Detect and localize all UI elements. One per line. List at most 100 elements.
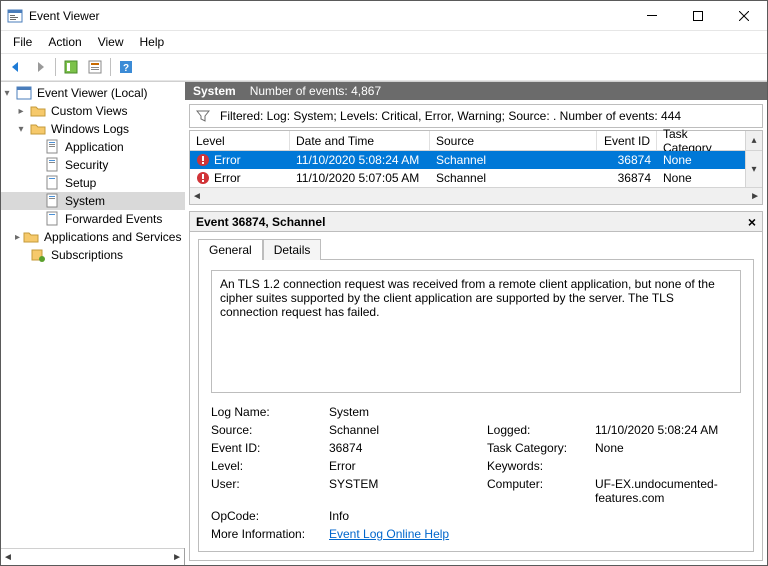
value-log-name: System [329, 405, 741, 419]
tree-subscriptions[interactable]: Subscriptions [1, 246, 185, 264]
tree-custom-views[interactable]: ▸ Custom Views [1, 102, 185, 120]
value-logged: 11/10/2020 5:08:24 AM [595, 423, 741, 437]
filter-icon [196, 109, 210, 123]
label-event-id: Event ID: [211, 441, 321, 455]
maximize-button[interactable] [675, 1, 721, 30]
subscriptions-icon [30, 247, 46, 263]
value-keywords [595, 459, 741, 473]
toolbar: ? [1, 53, 767, 81]
filter-text: Filtered: Log: System; Levels: Critical,… [220, 109, 681, 123]
log-icon [44, 139, 60, 155]
tab-details[interactable]: Details [263, 239, 322, 260]
menu-file[interactable]: File [5, 33, 40, 51]
tree-root[interactable]: ▾ Event Viewer (Local) [1, 84, 185, 102]
tree-apps-services-logs[interactable]: ▸ Applications and Services Lo [1, 228, 185, 246]
filter-bar: Filtered: Log: System; Levels: Critical,… [189, 104, 763, 128]
col-level[interactable]: Level [190, 131, 290, 150]
label-more-info: More Information: [211, 527, 321, 541]
label-computer: Computer: [487, 477, 587, 505]
navigation-tree[interactable]: ▾ Event Viewer (Local) ▸ Custom Views ▾ … [1, 82, 185, 548]
tree-windows-logs[interactable]: ▾ Windows Logs [1, 120, 185, 138]
detail-tabs: General Details [190, 232, 762, 259]
window-controls [629, 1, 767, 30]
value-user: SYSTEM [329, 477, 479, 505]
chevron-down-icon[interactable]: ▾ [1, 88, 13, 99]
minimize-button[interactable] [629, 1, 675, 30]
value-computer: UF-EX.undocumented-features.com [595, 477, 741, 505]
event-viewer-icon [16, 85, 32, 101]
scroll-up-icon[interactable]: ▴ [745, 131, 762, 150]
error-icon [196, 171, 210, 185]
tree-horizontal-scrollbar[interactable]: ◄ ► [1, 548, 184, 565]
tree-application[interactable]: Application [1, 138, 185, 156]
label-level: Level: [211, 459, 321, 473]
properties-button[interactable] [84, 56, 106, 78]
events-table: Level Date and Time Source Event ID Task… [189, 130, 763, 205]
toolbar-separator [110, 58, 111, 76]
show-hide-tree-button[interactable] [60, 56, 82, 78]
toolbar-separator [55, 58, 56, 76]
menu-view[interactable]: View [90, 33, 132, 51]
app-icon [7, 8, 23, 24]
table-row[interactable]: Error 11/10/2020 5:08:24 AM Schannel 368… [190, 151, 745, 169]
col-event-id[interactable]: Event ID [597, 131, 657, 150]
tab-general[interactable]: General [198, 239, 263, 260]
window-title: Event Viewer [29, 9, 629, 23]
back-button[interactable] [5, 56, 27, 78]
label-logged: Logged: [487, 423, 587, 437]
table-header: Level Date and Time Source Event ID Task… [190, 131, 762, 151]
error-icon [196, 153, 210, 167]
chevron-right-icon[interactable]: ▸ [15, 106, 27, 117]
titlebar: Event Viewer [1, 1, 767, 31]
log-icon [44, 193, 60, 209]
table-row[interactable]: Error 11/10/2020 5:07:05 AM Schannel 368… [190, 169, 745, 187]
value-event-id: 36874 [329, 441, 479, 455]
value-task-category: None [595, 441, 741, 455]
tree-setup[interactable]: Setup [1, 174, 185, 192]
event-detail-panel: Event 36874, Schannel × General Details … [189, 211, 763, 561]
menu-help[interactable]: Help [132, 33, 173, 51]
tree-system[interactable]: System [1, 192, 185, 210]
event-log-online-help-link[interactable]: Event Log Online Help [329, 527, 449, 541]
menubar: File Action View Help [1, 31, 767, 53]
label-source: Source: [211, 423, 321, 437]
detail-header: Event 36874, Schannel × [190, 212, 762, 232]
table-horizontal-scrollbar[interactable]: ◄ ► [190, 187, 762, 204]
folder-open-icon [30, 121, 46, 137]
col-source[interactable]: Source [430, 131, 597, 150]
chevron-down-icon[interactable]: ▾ [15, 124, 27, 135]
col-date[interactable]: Date and Time [290, 131, 430, 150]
tree-forwarded-events[interactable]: Forwarded Events [1, 210, 185, 228]
detail-close-button[interactable]: × [748, 214, 756, 230]
scroll-left-icon[interactable]: ◄ [3, 552, 13, 563]
log-icon [44, 211, 60, 227]
log-icon [44, 175, 60, 191]
event-properties: Log Name: System Source: Schannel Logged… [211, 405, 741, 541]
scroll-right-icon[interactable]: ► [172, 552, 182, 563]
section-header: System Number of events: 4,867 [185, 82, 767, 100]
folder-icon [23, 229, 39, 245]
chevron-right-icon[interactable]: ▸ [15, 232, 20, 243]
scroll-down-icon[interactable]: ▾ [745, 151, 762, 187]
tree-security[interactable]: Security [1, 156, 185, 174]
detail-title: Event 36874, Schannel [196, 215, 325, 229]
col-task-category[interactable]: Task Category [657, 131, 745, 150]
scroll-right-icon[interactable]: ► [750, 191, 760, 202]
tab-general-content: An TLS 1.2 connection request was receiv… [198, 259, 754, 552]
help-button[interactable]: ? [115, 56, 137, 78]
event-viewer-window: Event Viewer File Action View Help ? ▾ E… [0, 0, 768, 566]
section-name: System [193, 84, 236, 98]
label-task-category: Task Category: [487, 441, 587, 455]
menu-action[interactable]: Action [40, 33, 89, 51]
folder-icon [30, 103, 46, 119]
close-button[interactable] [721, 1, 767, 30]
event-message[interactable]: An TLS 1.2 connection request was receiv… [211, 270, 741, 393]
scroll-left-icon[interactable]: ◄ [192, 191, 202, 202]
label-opcode: OpCode: [211, 509, 321, 523]
event-count: Number of events: 4,867 [250, 84, 381, 98]
svg-text:?: ? [123, 63, 129, 74]
forward-button[interactable] [29, 56, 51, 78]
label-log-name: Log Name: [211, 405, 321, 419]
value-level: Error [329, 459, 479, 473]
value-opcode: Info [329, 509, 741, 523]
